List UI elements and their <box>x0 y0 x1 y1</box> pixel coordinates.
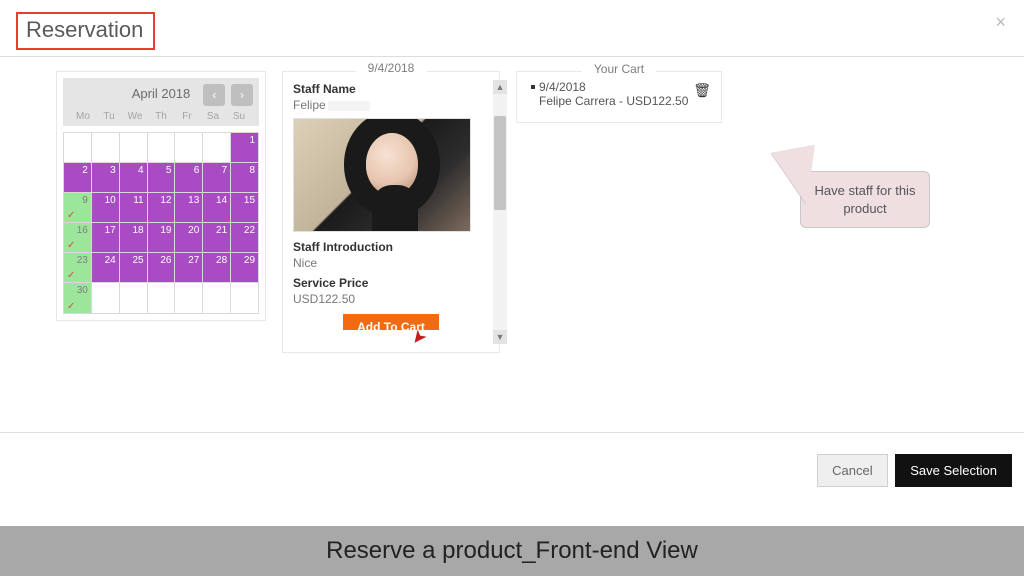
slide-caption: Reserve a product_Front-end View <box>0 526 1024 576</box>
staff-detail-panel: 9/4/2018 Staff Name Felipe Staff Introdu… <box>282 71 500 353</box>
calendar-cell[interactable]: 26 <box>148 253 176 283</box>
calendar-cell[interactable]: 20 <box>175 223 203 253</box>
calendar-cell <box>120 283 148 313</box>
cart-item-desc: Felipe Carrera - USD122.50 <box>539 94 688 108</box>
cart-title: Your Cart <box>582 62 656 76</box>
calendar-cell[interactable]: 1 <box>231 133 258 163</box>
calendar-grid: 123456789✓10111213141516✓17181920212223✓… <box>63 132 259 314</box>
calendar-dow: We <box>123 111 147 122</box>
footer-actions: Cancel Save Selection <box>817 454 1012 487</box>
calendar-cell[interactable]: 3 <box>92 163 120 193</box>
calendar-prev-button[interactable]: ‹ <box>203 84 225 106</box>
page-title: Reservation <box>16 12 155 50</box>
calendar-dow-row: MoTuWeThFrSaSu <box>69 107 253 122</box>
calendar-cell[interactable]: 29 <box>231 253 258 283</box>
calendar-cell[interactable]: 9✓ <box>64 193 92 223</box>
calendar-dow: Sa <box>201 111 225 122</box>
calendar-cell <box>231 283 258 313</box>
service-price-label: Service Price <box>293 276 489 290</box>
detail-scrollbar[interactable]: ▲ ▼ <box>493 80 507 344</box>
calendar-cell[interactable]: 25 <box>120 253 148 283</box>
calendar-cell <box>175 133 203 163</box>
calendar-cell <box>64 133 92 163</box>
calendar-month-label: April 2018 <box>132 86 191 101</box>
calendar-panel: April 2018 ‹ › MoTuWeThFrSaSu 123456789✓… <box>56 71 266 321</box>
cart-panel: Your Cart 9/4/2018 Felipe Carrera - USD1… <box>516 71 722 123</box>
cancel-button[interactable]: Cancel <box>817 454 887 487</box>
add-to-cart-button[interactable]: Add To Cart <box>343 314 439 330</box>
calendar-cell[interactable]: 19 <box>148 223 176 253</box>
calendar-cell[interactable]: 24 <box>92 253 120 283</box>
check-icon: ✓ <box>67 301 75 312</box>
calendar-cell[interactable]: 15 <box>231 193 258 223</box>
staff-name-value: Felipe <box>293 98 489 112</box>
calendar-dow: Su <box>227 111 251 122</box>
close-icon[interactable]: × <box>995 12 1006 33</box>
check-icon: ✓ <box>67 210 75 221</box>
calendar-header: April 2018 ‹ › MoTuWeThFrSaSu <box>63 78 259 126</box>
calendar-cell <box>203 283 231 313</box>
calendar-next-button[interactable]: › <box>231 84 253 106</box>
calendar-cell <box>148 283 176 313</box>
calendar-cell[interactable]: 7 <box>203 163 231 193</box>
staff-intro-value: Nice <box>293 256 489 270</box>
check-icon: ✓ <box>67 240 75 251</box>
calendar-cell[interactable]: 5 <box>148 163 176 193</box>
detail-date: 9/4/2018 <box>356 61 427 75</box>
calendar-cell[interactable]: 21 <box>203 223 231 253</box>
calendar-dow: Fr <box>175 111 199 122</box>
calendar-cell[interactable]: 8 <box>231 163 258 193</box>
check-icon: ✓ <box>67 270 75 281</box>
service-price-value: USD122.50 <box>293 292 489 306</box>
calendar-dow: Tu <box>97 111 121 122</box>
calendar-cell[interactable]: 4 <box>120 163 148 193</box>
calendar-cell <box>92 133 120 163</box>
calendar-cell[interactable]: 10 <box>92 193 120 223</box>
calendar-cell[interactable]: 2 <box>64 163 92 193</box>
scroll-down-icon[interactable]: ▼ <box>493 330 507 344</box>
cart-item: 9/4/2018 Felipe Carrera - USD122.50 🗑 <box>531 80 711 108</box>
calendar-cell <box>148 133 176 163</box>
calendar-cell[interactable]: 22 <box>231 223 258 253</box>
calendar-cell[interactable]: 16✓ <box>64 223 92 253</box>
calendar-dow: Mo <box>71 111 95 122</box>
calendar-cell[interactable]: 14 <box>203 193 231 223</box>
calendar-cell[interactable]: 23✓ <box>64 253 92 283</box>
calendar-cell <box>120 133 148 163</box>
staff-photo <box>293 118 471 232</box>
calendar-cell <box>175 283 203 313</box>
modal-header: Reservation × <box>0 0 1024 57</box>
calendar-cell[interactable]: 13 <box>175 193 203 223</box>
calendar-cell <box>203 133 231 163</box>
trash-icon[interactable]: 🗑 <box>693 82 711 99</box>
calendar-cell <box>92 283 120 313</box>
footer-divider <box>0 432 1024 433</box>
staff-name-label: Staff Name <box>293 82 489 96</box>
redacted-text <box>328 101 370 111</box>
calendar-cell[interactable]: 18 <box>120 223 148 253</box>
cart-item-date: 9/4/2018 <box>539 80 586 94</box>
calendar-cell[interactable]: 12 <box>148 193 176 223</box>
calendar-cell[interactable]: 11 <box>120 193 148 223</box>
calendar-cell[interactable]: 30✓ <box>64 283 92 313</box>
calendar-cell[interactable]: 6 <box>175 163 203 193</box>
calendar-cell[interactable]: 27 <box>175 253 203 283</box>
scroll-thumb[interactable] <box>494 116 506 210</box>
scroll-up-icon[interactable]: ▲ <box>493 80 507 94</box>
staff-intro-label: Staff Introduction <box>293 240 489 254</box>
calendar-cell[interactable]: 28 <box>203 253 231 283</box>
calendar-cell[interactable]: 17 <box>92 223 120 253</box>
calendar-dow: Th <box>149 111 173 122</box>
save-selection-button[interactable]: Save Selection <box>895 454 1012 487</box>
annotation-callout: Have staff for this product <box>800 171 930 228</box>
